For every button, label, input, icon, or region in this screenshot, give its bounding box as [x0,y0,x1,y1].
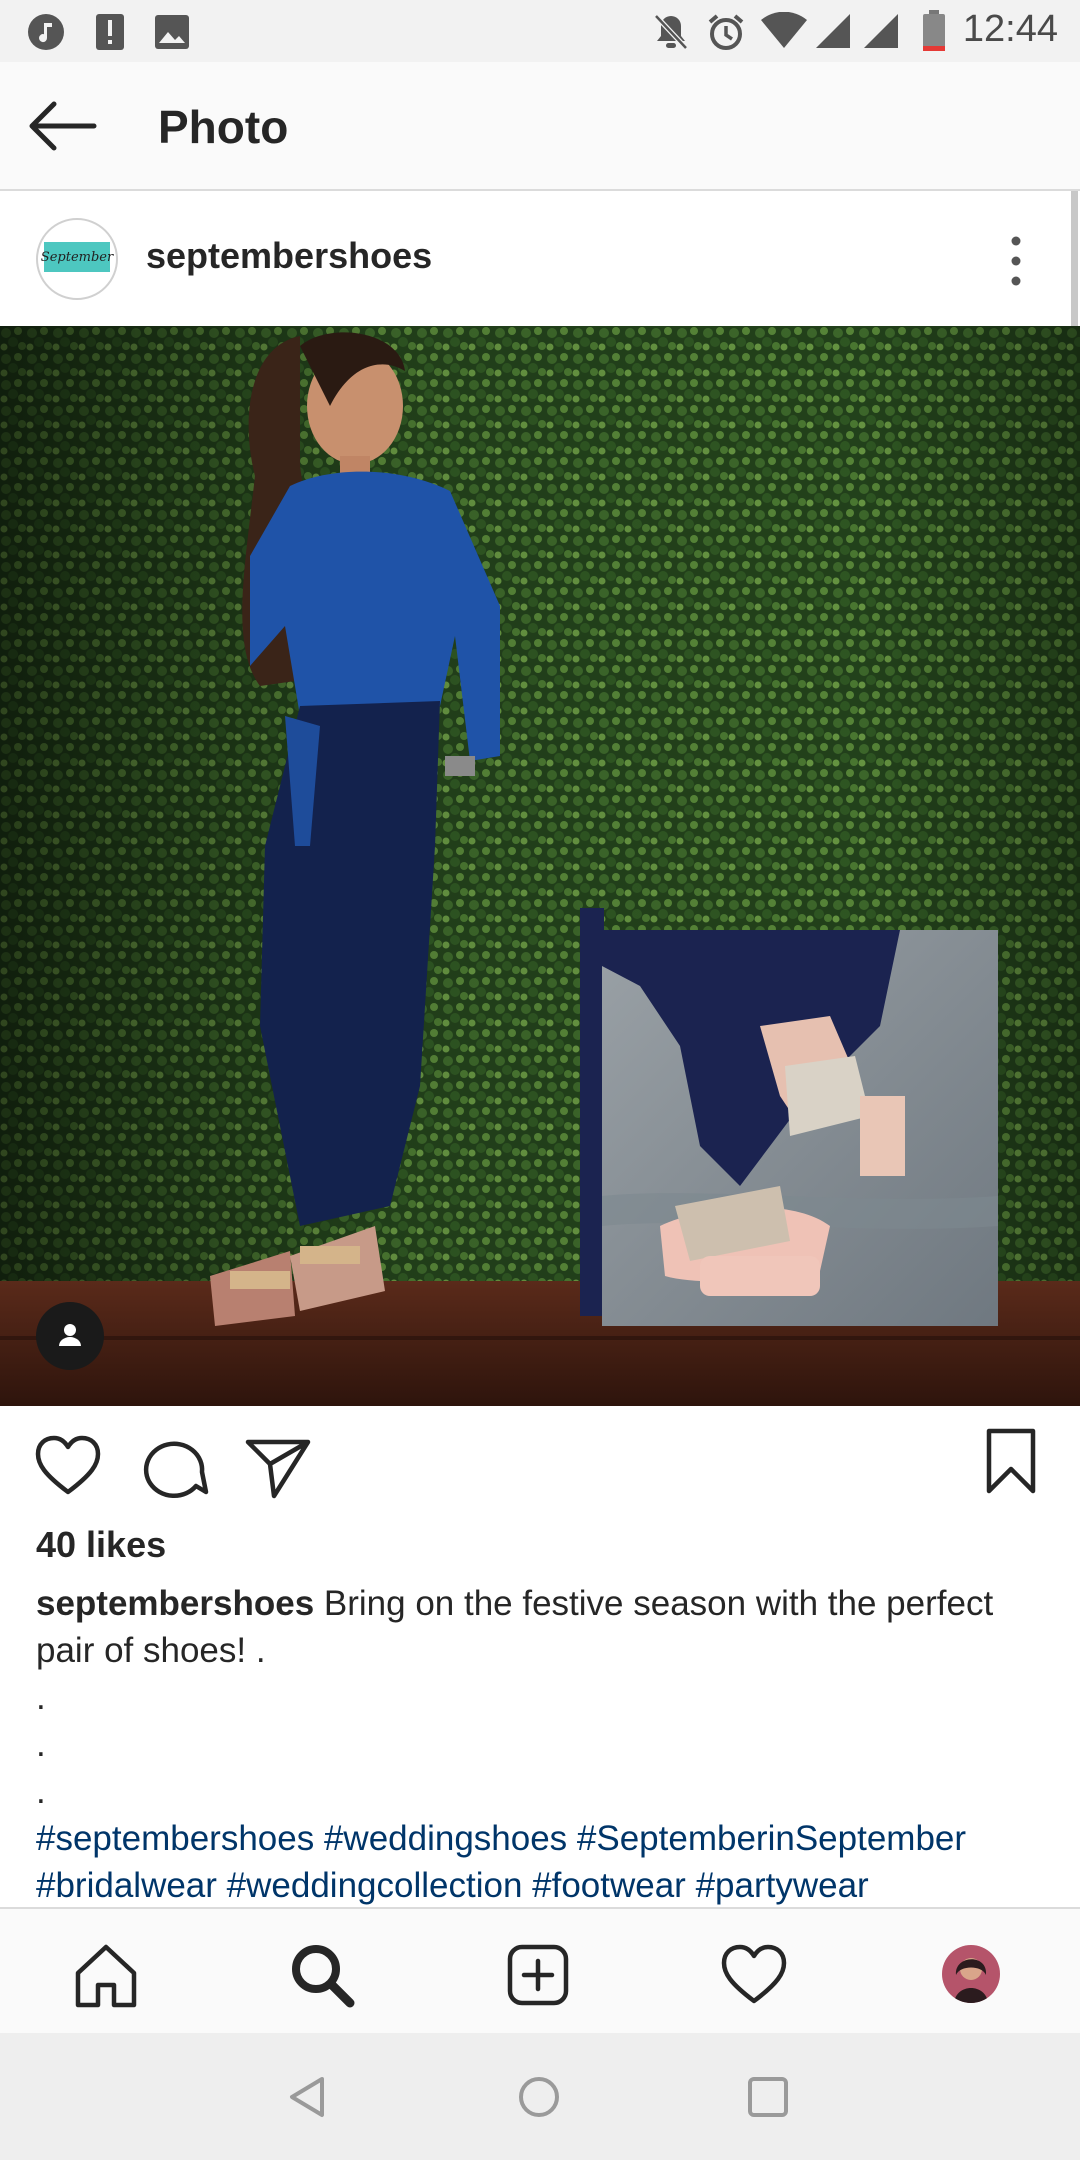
nav-profile[interactable] [942,1945,1000,2003]
scrollbar[interactable] [1071,191,1078,326]
search-icon [292,1945,355,2008]
caption-dot: . [36,1678,46,1717]
post-header: September septembershoes [0,191,1080,326]
caption-hashtags[interactable]: #septembershoes #weddingshoes #September… [36,1815,1036,1862]
wifi-icon [760,11,808,55]
heart-icon [721,1944,787,2004]
likes-count[interactable]: 40 likes [36,1524,166,1566]
nav-home[interactable] [70,1939,142,2011]
page-title: Photo [158,101,289,153]
back-arrow-icon [29,101,97,151]
bottom-navigation [0,1907,1080,2035]
post-image [0,326,1080,1406]
alarm-icon [706,12,746,57]
system-home-button[interactable] [517,2075,561,2124]
comment-icon [143,1441,209,1499]
system-recents-button[interactable] [746,2075,790,2124]
caption-dot: . [36,1772,46,1811]
avatar-logo-text: September [41,242,113,272]
system-back-button[interactable] [286,2075,330,2124]
mute-icon [652,12,690,57]
profile-avatar [942,1945,1000,2003]
image-icon [152,12,192,52]
like-button[interactable] [32,1430,104,1502]
comment-button[interactable] [138,1430,210,1502]
more-options-button[interactable] [1000,233,1032,289]
caption-hashtags[interactable]: #bridalwear #weddingcollection #footwear… [36,1862,1036,1909]
nav-search[interactable] [286,1939,358,2011]
send-icon [245,1439,311,1499]
square-recents-icon [748,2077,788,2117]
caption-username[interactable]: septembershoes [36,1584,314,1623]
app-bar: Photo [0,62,1080,191]
signal-icon [862,12,900,55]
clock: 12:44 [962,8,1058,50]
more-vertical-icon [1011,236,1021,286]
heart-icon [35,1435,101,1495]
post-caption: septembershoes Bring on the festive seas… [36,1580,1036,1909]
share-button[interactable] [242,1430,314,1502]
triangle-back-icon [290,2077,324,2117]
person-icon [59,1324,81,1346]
add-post-icon [507,1944,569,2006]
back-button[interactable] [22,92,102,160]
bookmark-icon [986,1428,1036,1494]
post-photo[interactable] [0,326,1080,1406]
avatar[interactable]: September [36,218,118,300]
home-icon [75,1944,137,2008]
alert-icon [90,12,130,52]
caption-dot: . [36,1725,46,1764]
battery-icon [922,10,946,57]
save-button[interactable] [975,1425,1047,1497]
status-bar: 12:44 [0,0,1080,62]
circle-home-icon [519,2077,559,2117]
post-username[interactable]: septembershoes [146,235,432,277]
music-icon [26,12,66,52]
signal-icon [814,12,852,55]
system-navigation-bar [0,2033,1080,2160]
nav-activity[interactable] [718,1939,790,2011]
tagged-users-button[interactable] [36,1302,104,1370]
nav-new-post[interactable] [502,1939,574,2011]
